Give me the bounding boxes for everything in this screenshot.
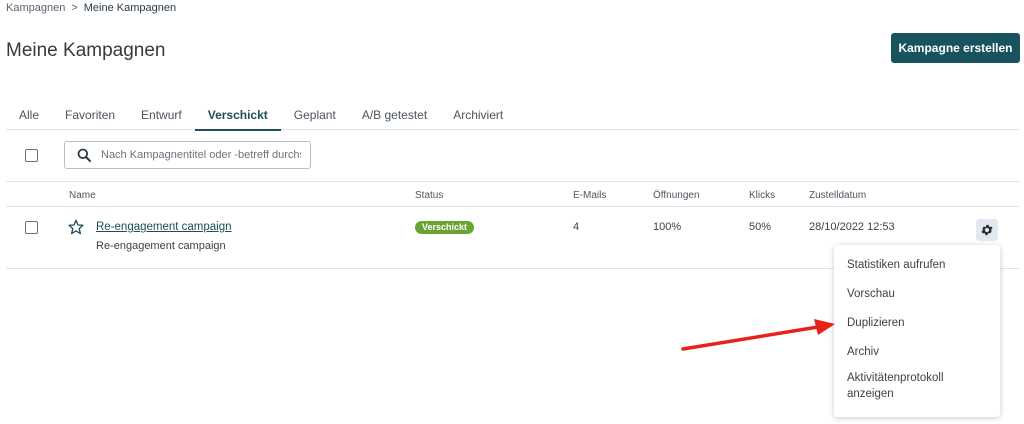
row-actions-menu: Statistiken aufrufen Vorschau Dupliziere… [834, 245, 1000, 417]
star-outline-icon[interactable] [68, 219, 84, 235]
breadcrumb: Kampagnen > Meine Kampagnen [6, 2, 176, 14]
breadcrumb-parent[interactable]: Kampagnen [6, 2, 65, 14]
delivery-date: 28/10/2022 12:53 [809, 221, 895, 233]
table-header: Name Status E-Mails Öffnungen Klicks Zus… [6, 181, 1020, 207]
tab-geplant[interactable]: Geplant [281, 100, 349, 130]
page-title: Meine Kampagnen [6, 40, 166, 61]
search-input[interactable] [101, 149, 301, 161]
create-campaign-button[interactable]: Kampagne erstellen [891, 33, 1020, 63]
menu-item-statistics[interactable]: Statistiken aufrufen [834, 250, 1000, 279]
menu-item-duplicate[interactable]: Duplizieren [834, 308, 1000, 337]
column-header-opens[interactable]: Öffnungen [653, 190, 700, 201]
tab-favoriten[interactable]: Favoriten [52, 100, 128, 130]
clicks-rate: 50% [749, 221, 772, 233]
column-header-emails[interactable]: E-Mails [573, 190, 606, 201]
campaign-tabs: Alle Favoriten Entwurf Verschickt Geplan… [6, 100, 1020, 131]
tab-ab-getestet[interactable]: A/B getestet [349, 100, 440, 130]
column-header-delivery-date[interactable]: Zustelldatum [809, 190, 866, 201]
gear-icon [981, 224, 993, 236]
menu-item-preview[interactable]: Vorschau [834, 279, 1000, 308]
tab-archiviert[interactable]: Archiviert [440, 100, 516, 130]
status-badge: Verschickt [415, 221, 475, 234]
emails-count: 4 [573, 221, 580, 233]
row-settings-button[interactable] [976, 219, 998, 241]
menu-item-archive[interactable]: Archiv [834, 337, 1000, 366]
tab-entwurf[interactable]: Entwurf [128, 100, 195, 130]
opens-rate: 100% [653, 221, 682, 233]
campaign-name-link[interactable]: Re-engagement campaign [96, 221, 232, 233]
annotation-arrow-icon [681, 319, 835, 351]
column-header-clicks[interactable]: Klicks [749, 190, 775, 201]
tab-alle[interactable]: Alle [6, 100, 52, 130]
menu-item-activity-log[interactable]: Aktivitätenprotokoll anzeigen [834, 366, 1000, 410]
breadcrumb-separator: > [71, 2, 78, 14]
breadcrumb-current: Meine Kampagnen [83, 2, 177, 14]
search-box[interactable] [64, 141, 311, 169]
campaign-subject: Re-engagement campaign [96, 240, 226, 252]
select-all-checkbox[interactable] [25, 149, 38, 162]
search-icon [77, 148, 91, 162]
tab-verschickt[interactable]: Verschickt [194, 100, 281, 131]
column-header-name[interactable]: Name [69, 190, 96, 201]
column-header-status[interactable]: Status [415, 190, 443, 201]
row-checkbox[interactable] [25, 221, 38, 234]
